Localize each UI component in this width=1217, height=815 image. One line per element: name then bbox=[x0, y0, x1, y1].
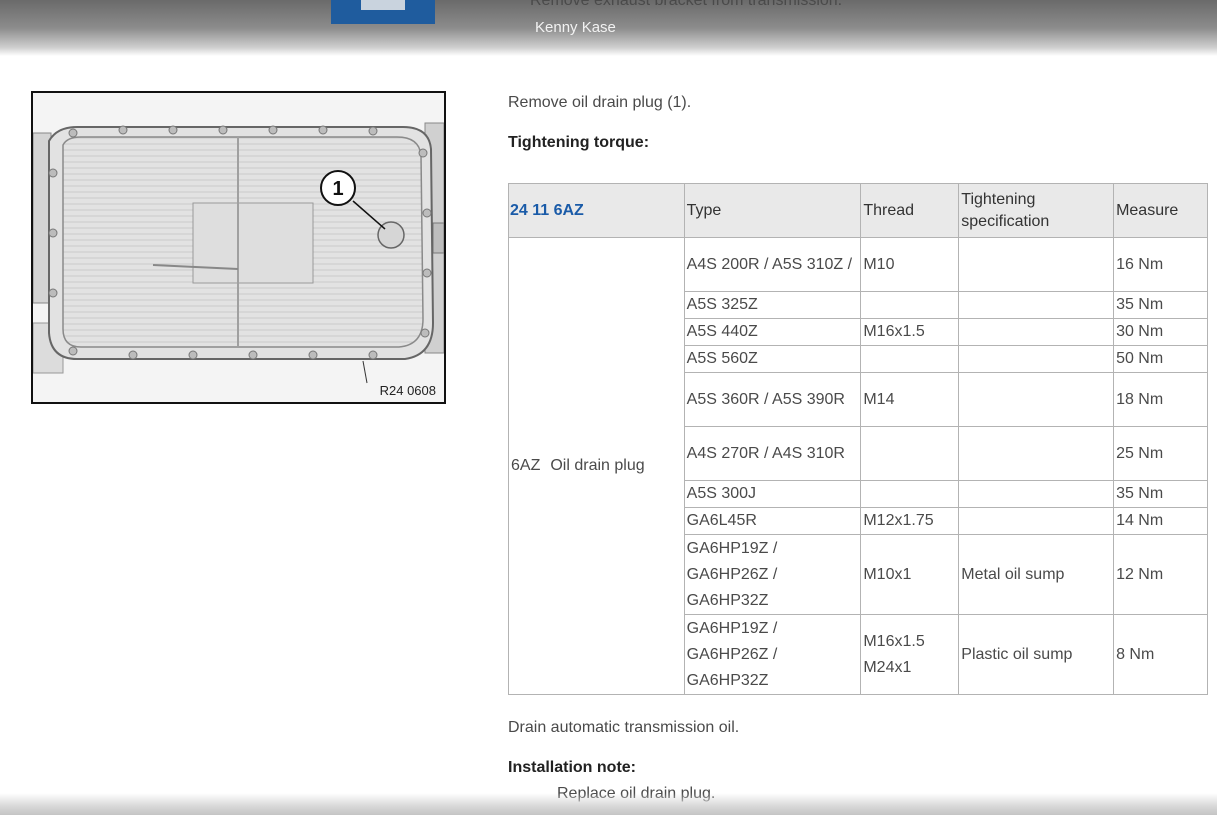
measure-cell: 8 Nm bbox=[1113, 614, 1208, 695]
thread-cell: M12x1.75 bbox=[860, 507, 960, 535]
part-code: 6AZ bbox=[511, 457, 541, 474]
type-cell: A5S 560Z bbox=[683, 345, 862, 373]
spec-cell bbox=[958, 345, 1115, 373]
table-header-row: 24 11 6AZ Type Thread Tightening specifi… bbox=[508, 183, 1208, 238]
step-remove-plug: Remove oil drain plug (1). bbox=[508, 94, 692, 111]
torque-table: 24 11 6AZ Type Thread Tightening specifi… bbox=[508, 183, 1208, 695]
spec-cell bbox=[958, 318, 1115, 346]
spec-cell bbox=[958, 372, 1115, 427]
figure-code: R24 0608 bbox=[379, 383, 436, 398]
measure-cell: 35 Nm bbox=[1113, 480, 1208, 508]
transmission-oil-pan-figure: 1 R24 0608 bbox=[31, 91, 446, 404]
step-drain-oil: Drain automatic transmission oil. bbox=[508, 719, 740, 736]
spec-cell bbox=[958, 426, 1115, 481]
measure-cell: 25 Nm bbox=[1113, 426, 1208, 481]
type-cell: A5S 360R / A5S 390R bbox=[683, 372, 862, 427]
thread-cell: M10 bbox=[860, 237, 960, 292]
installation-heading: Installation note: bbox=[508, 759, 636, 776]
author-name: Kenny Kase bbox=[535, 19, 616, 36]
type-cell: A5S 325Z bbox=[683, 291, 862, 319]
spec-cell bbox=[958, 507, 1115, 535]
site-logo[interactable] bbox=[331, 0, 435, 24]
measure-cell: 14 Nm bbox=[1113, 507, 1208, 535]
thread-cell: M10x1 bbox=[860, 534, 960, 615]
type-cell: GA6L45R bbox=[683, 507, 862, 535]
header-code-link[interactable]: 24 11 6AZ bbox=[508, 183, 685, 238]
oil-pan-drawing: 1 bbox=[33, 122, 444, 384]
type-cell: A4S 270R / A4S 310R bbox=[683, 426, 862, 481]
type-cell: A5S 440Z bbox=[683, 318, 862, 346]
measure-cell: 30 Nm bbox=[1113, 318, 1208, 346]
spec-cell: Metal oil sump bbox=[958, 534, 1115, 615]
measure-cell: 18 Nm bbox=[1113, 372, 1208, 427]
spec-cell bbox=[958, 237, 1115, 292]
logo-mark bbox=[361, 0, 405, 10]
previous-step-text: Remove exhaust bracket from transmission… bbox=[530, 0, 843, 9]
type-cell: A4S 200R / A5S 310Z / bbox=[683, 237, 862, 292]
torque-heading: Tightening torque: bbox=[508, 134, 650, 151]
table-row: 6AZ Oil drain plug A4S 200R / A5S 310Z / … bbox=[508, 237, 1208, 695]
part-cell: 6AZ Oil drain plug bbox=[508, 237, 685, 695]
measure-cell: 16 Nm bbox=[1113, 237, 1208, 292]
callout-number: 1 bbox=[332, 178, 343, 200]
spec-cell bbox=[958, 291, 1115, 319]
header-measure: Measure bbox=[1113, 183, 1208, 238]
measure-cell: 35 Nm bbox=[1113, 291, 1208, 319]
header-thread: Thread bbox=[860, 183, 960, 238]
part-name: Oil drain plug bbox=[550, 457, 645, 474]
measure-cell: 50 Nm bbox=[1113, 345, 1208, 373]
bottom-overlay bbox=[0, 793, 1217, 815]
thread-cell: M14 bbox=[860, 372, 960, 427]
header-type: Type bbox=[683, 183, 862, 238]
thread-cell bbox=[860, 426, 960, 481]
spec-cell: Plastic oil sump bbox=[958, 614, 1115, 695]
thread-cell bbox=[860, 480, 960, 508]
thread-cell bbox=[860, 291, 960, 319]
top-overlay: Remove exhaust bracket from transmission… bbox=[0, 0, 1217, 56]
thread-cell: M16x1.5 bbox=[860, 318, 960, 346]
header-spec: Tightening specification bbox=[958, 183, 1115, 238]
thread-cell: M16x1.5 M24x1 bbox=[860, 614, 960, 695]
type-cell: A5S 300J bbox=[683, 480, 862, 508]
thread-cell bbox=[860, 345, 960, 373]
measure-cell: 12 Nm bbox=[1113, 534, 1208, 615]
type-cell: GA6HP19Z / GA6HP26Z / GA6HP32Z bbox=[683, 614, 862, 695]
type-cell: GA6HP19Z / GA6HP26Z / GA6HP32Z bbox=[683, 534, 862, 615]
spec-cell bbox=[958, 480, 1115, 508]
